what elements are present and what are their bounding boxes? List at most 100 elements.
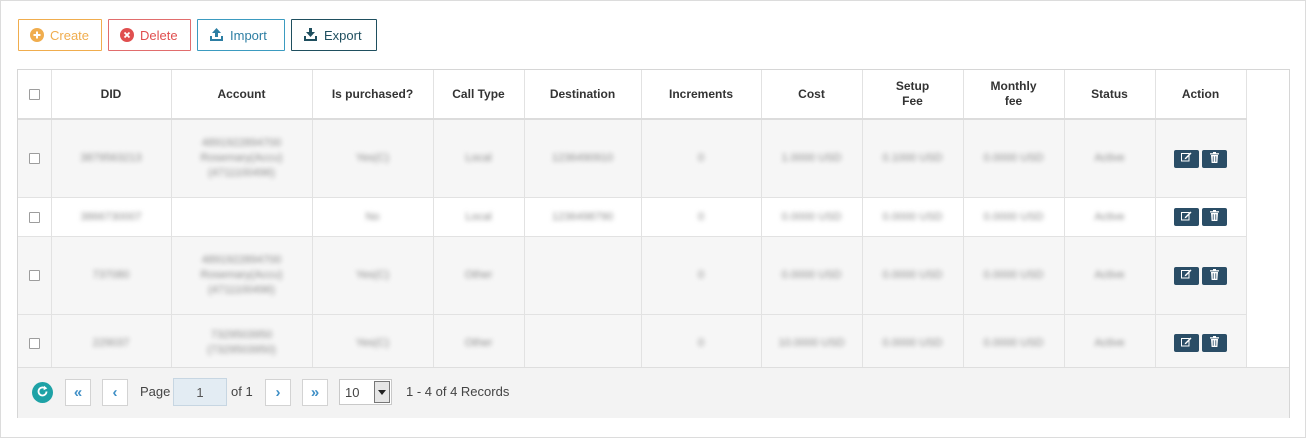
trash-icon	[1210, 268, 1219, 283]
cell-did: 737080	[51, 236, 172, 315]
column-header-action: Action	[1155, 70, 1247, 120]
delete-label: Delete	[140, 27, 178, 43]
last-page-icon: »	[310, 384, 320, 401]
cell-purchased-value: Yes(C)	[355, 336, 390, 349]
cell-setup-fee-value: 0.0000 USD	[882, 336, 943, 349]
column-header-setup-fee[interactable]: Setup Fee	[862, 70, 964, 120]
cell-monthly-fee-value: 0.0000 USD	[983, 269, 1044, 281]
download-tray-icon	[303, 28, 318, 42]
row-checkbox[interactable]	[28, 270, 40, 282]
next-page-icon: ›	[275, 384, 281, 401]
table-row[interactable]: 229037 7329503950 (7329503950) Yes(C) Other 0…	[18, 314, 1247, 372]
row-checkbox[interactable]	[28, 153, 40, 165]
column-header-call-type[interactable]: Call Type	[433, 70, 525, 120]
cell-increments: 0	[641, 314, 762, 372]
create-button[interactable]: Create	[18, 19, 102, 51]
cell-status: Active	[1064, 236, 1156, 315]
table-header-row: DID Account Is purchased? Call Type Dest…	[18, 70, 1247, 120]
cell-did-value: 3879563213	[80, 152, 142, 164]
cell-purchased-value: Yes(C)	[355, 269, 390, 281]
first-page-button[interactable]: «	[65, 379, 91, 406]
column-header-cost[interactable]: Cost	[761, 70, 863, 120]
column-header-did[interactable]: DID	[51, 70, 172, 120]
cell-call-type: Other	[433, 236, 525, 315]
cell-spacer	[1246, 314, 1247, 372]
last-page-button[interactable]: »	[302, 379, 328, 406]
cell-setup-fee-value: 0.0000 USD	[882, 210, 943, 223]
edit-icon	[1181, 269, 1192, 282]
table-row[interactable]: 3879563213 4891922894700 Rosemary(Accu) (47…	[18, 119, 1247, 198]
cell-call-type-value: Other	[464, 336, 493, 349]
cell-account-line: Rosemary(Accu)	[200, 269, 283, 281]
cell-cost: 0.0000 USD	[761, 197, 863, 237]
cell-account-line: 4891922894700	[201, 254, 282, 266]
delete-row-button[interactable]	[1202, 208, 1227, 226]
row-checkbox[interactable]	[28, 211, 40, 223]
page-size-select[interactable]: 10	[339, 379, 392, 405]
cell-monthly-fee: 0.0000 USD	[963, 119, 1065, 198]
cell-status-value: Active	[1094, 152, 1125, 164]
cell-account-line: 7329503950	[210, 329, 273, 341]
next-page-button[interactable]: ›	[265, 379, 291, 406]
refresh-button[interactable]	[32, 382, 53, 403]
cell-cost-value: 10.0000 USD	[778, 336, 845, 349]
delete-row-button[interactable]	[1202, 149, 1227, 168]
edit-button[interactable]	[1174, 208, 1199, 226]
column-header-status[interactable]: Status	[1064, 70, 1156, 120]
cell-purchased-value: No	[365, 210, 380, 223]
export-button[interactable]: Export	[291, 19, 377, 51]
cell-setup-fee-value: 0.1000 USD	[882, 152, 943, 164]
cell-setup-fee: 0.0000 USD	[862, 314, 964, 372]
row-checkbox[interactable]	[28, 337, 40, 349]
cell-monthly-fee-value: 0.0000 USD	[983, 336, 1044, 349]
edit-icon	[1181, 211, 1192, 224]
edit-button[interactable]	[1174, 266, 1199, 285]
cell-destination-value: 1236498790	[551, 210, 614, 223]
cell-status: Active	[1064, 314, 1156, 372]
cell-purchased: No	[312, 197, 434, 237]
page-label: Page	[140, 384, 171, 399]
plus-circle-icon	[30, 28, 44, 42]
cell-cost-value: 1.0000 USD	[781, 152, 842, 164]
prev-page-button[interactable]: ‹	[102, 379, 128, 406]
cell-setup-fee-value: 0.0000 USD	[882, 269, 943, 281]
cell-increments-value: 0	[697, 152, 705, 164]
column-header-destination[interactable]: Destination	[524, 70, 642, 120]
delete-button[interactable]: Delete	[108, 19, 191, 51]
pager: « ‹ Page of 1 › » 10 1 - 4 of 4 Records	[18, 367, 1289, 418]
column-header-monthly-fee[interactable]: Monthly fee	[963, 70, 1065, 120]
cell-call-type: Local	[433, 197, 525, 237]
cell-did: 3866730007	[51, 197, 172, 237]
cell-account-line: (7329503950)	[207, 344, 276, 356]
cell-destination: 1236490910	[524, 119, 642, 198]
delete-row-button[interactable]	[1202, 334, 1227, 352]
cell-setup-fee: 0.0000 USD	[862, 197, 964, 237]
cell-destination	[524, 236, 642, 315]
trash-icon	[1210, 210, 1219, 224]
cell-purchased: Yes(C)	[312, 119, 434, 198]
cell-did-value: 3866730007	[80, 210, 142, 223]
caret-down-icon	[374, 381, 390, 403]
cell-destination	[524, 314, 642, 372]
table-row[interactable]: 737080 4891922894700 Rosemary(Accu) (471110…	[18, 236, 1247, 315]
column-header-increments[interactable]: Increments	[641, 70, 762, 120]
cell-account-line: (4711100496)	[208, 167, 275, 179]
cell-call-type-value: Local	[465, 210, 492, 223]
cell-purchased: Yes(C)	[312, 236, 434, 315]
cell-monthly-fee-value: 0.0000 USD	[983, 210, 1044, 223]
column-header-is-purchased[interactable]: Is purchased?	[312, 70, 434, 120]
edit-button[interactable]	[1174, 149, 1199, 168]
select-all-checkbox[interactable]	[28, 88, 40, 100]
import-button[interactable]: Import	[197, 19, 285, 51]
table-row[interactable]: 3866730007 No Local 1236498790 0 0.0000 USD 0.…	[18, 197, 1247, 237]
cell-account-line: 4891922894700	[201, 137, 282, 149]
delete-row-button[interactable]	[1202, 266, 1227, 285]
first-page-icon: «	[73, 384, 83, 401]
create-label: Create	[50, 27, 90, 43]
cell-call-type-value: Local	[465, 152, 492, 164]
page-number-input[interactable]	[173, 378, 227, 406]
column-header-account[interactable]: Account	[171, 70, 313, 120]
export-label: Export	[324, 27, 362, 43]
cell-action	[1155, 119, 1247, 198]
edit-button[interactable]	[1174, 334, 1199, 352]
